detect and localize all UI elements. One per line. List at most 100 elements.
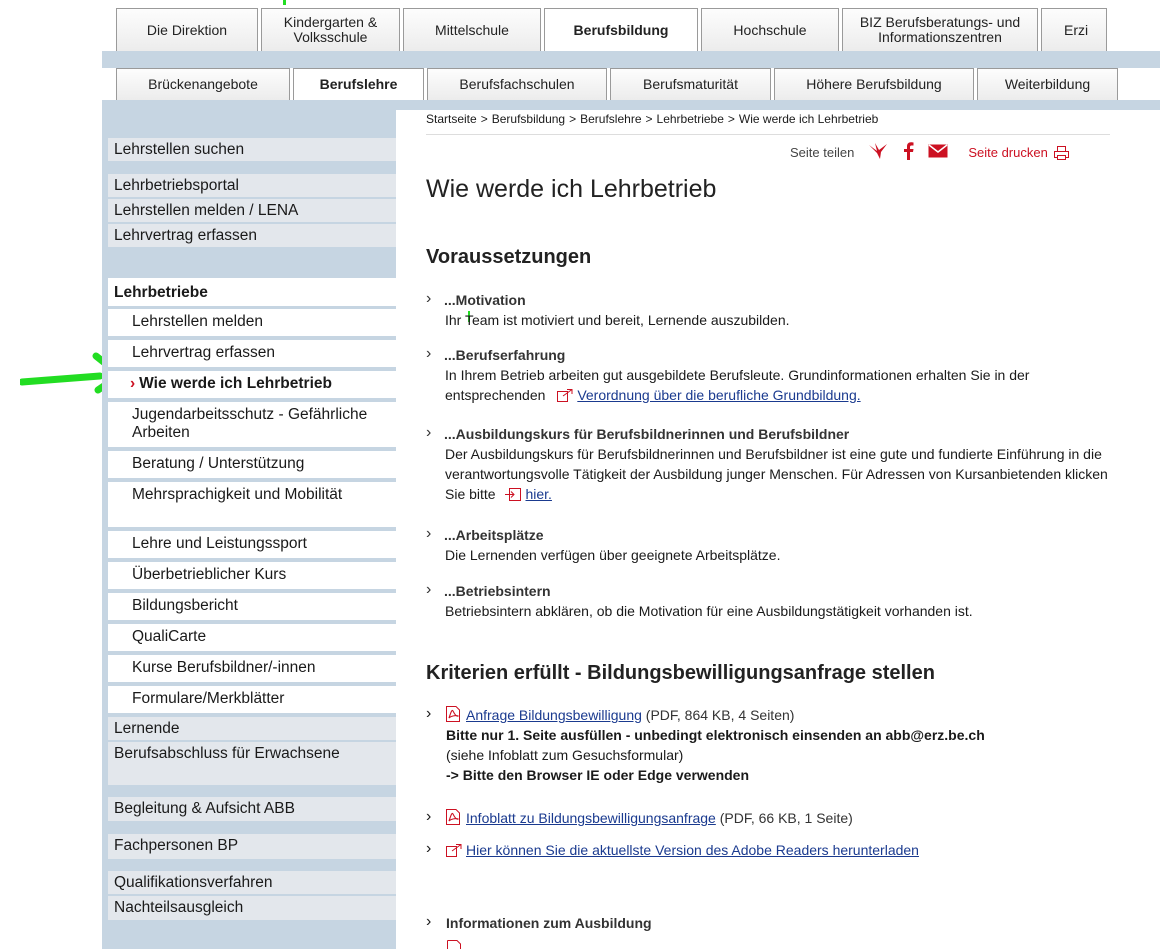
- link-hier[interactable]: hier.: [525, 486, 551, 502]
- tab-brueckenangebote[interactable]: Brückenangebote: [116, 68, 290, 100]
- internal-link-icon: [505, 488, 522, 501]
- breadcrumb-item[interactable]: Berufslehre: [580, 112, 641, 126]
- external-link-icon: [557, 389, 573, 402]
- sidebar-subitem[interactable]: Überbetrieblicher Kurs: [108, 562, 396, 589]
- external-link-icon: [446, 844, 462, 857]
- download-note: -> Bitte den Browser IE oder Edge verwen…: [426, 765, 1116, 785]
- sidebar-subitem[interactable]: Kurse Berufsbildner/-innen: [108, 655, 396, 682]
- requirement-item: ...Arbeitsplätze Die Lernenden verfügen …: [426, 524, 1116, 565]
- divider: [426, 134, 1110, 135]
- tab-berufsmaturitaet[interactable]: Berufsmaturität: [610, 68, 771, 100]
- requirement-item: ...Motivation Ihr Team ist motiviert und…: [426, 289, 1116, 330]
- link-infoblatt[interactable]: Infoblatt zu Bildungsbewilligungsanfrage: [466, 810, 716, 826]
- section-heading-kriterien: Kriterien erfüllt - Bildungsbewilligungs…: [426, 662, 935, 684]
- requirement-title: ...Berufserfahrung: [426, 344, 1116, 365]
- requirement-title: ...Ausbildungskurs für Berufsbildnerinne…: [426, 423, 1116, 444]
- tab-die-direktion[interactable]: Die Direktion: [116, 8, 258, 51]
- breadcrumb-separator: >: [480, 112, 488, 126]
- tab-biz[interactable]: BIZ Berufsberatungs- und Informationszen…: [842, 8, 1038, 51]
- download-row: Hier können Sie die aktuellste Version d…: [426, 839, 1116, 860]
- breadcrumb-separator: >: [645, 112, 653, 126]
- pdf-icon: [446, 809, 460, 825]
- sidebar-subitem-label: Wie werde ich Lehrbetrieb: [139, 375, 332, 392]
- sidebar-subitem[interactable]: Lehrstellen melden: [108, 309, 396, 336]
- link-adobe-reader[interactable]: Hier können Sie die aktuellste Version d…: [466, 842, 919, 858]
- download-note-bold: -> Bitte den Browser IE oder Edge verwen…: [446, 767, 750, 783]
- current-page-caret: ›: [130, 375, 136, 392]
- sidebar-subitem[interactable]: Bildungsbericht: [108, 593, 396, 620]
- sidebar-item-lehrvertrag-erfassen[interactable]: Lehrvertrag erfassen: [108, 224, 396, 247]
- breadcrumb-item[interactable]: Startseite: [426, 112, 477, 126]
- requirement-title: ...Arbeitsplätze: [426, 524, 1116, 545]
- link-anfrage-bildungsbewilligung[interactable]: Anfrage Bildungsbewilligung: [466, 707, 642, 723]
- printer-icon: [1053, 145, 1069, 160]
- requirement-item: ...Berufserfahrung In Ihrem Betrieb arbe…: [426, 344, 1116, 405]
- download-note: Bitte nur 1. Seite ausfüllen - unbedingt…: [426, 725, 1116, 745]
- breadcrumb: Startseite > Berufsbildung > Berufslehre > Leh…: [426, 112, 878, 126]
- tab-berufsfachschulen[interactable]: Berufsfachschulen: [427, 68, 607, 100]
- requirement-title: ...Motivation: [426, 289, 1116, 310]
- sidebar-item-lehrstellen-melden-lena[interactable]: Lehrstellen melden / LENA: [108, 199, 396, 222]
- sidebar-item-lernende[interactable]: Lernende: [108, 717, 396, 740]
- section-heading-voraussetzungen: Voraussetzungen: [426, 246, 592, 268]
- sidebar-item-qualifikationsverfahren[interactable]: Qualifikationsverfahren: [108, 871, 396, 894]
- sidebar-subitem[interactable]: Formulare/Merkblätter: [108, 686, 396, 713]
- breadcrumb-separator: >: [569, 112, 577, 126]
- sidebar-item-nachteilsausgleich[interactable]: Nachteilsausgleich: [108, 896, 396, 920]
- link-verordnung[interactable]: Verordnung über die berufliche Grundbild…: [577, 387, 860, 403]
- requirement-text: Die Lernenden verfügen über geeignete Ar…: [445, 547, 781, 563]
- requirement-title: ...Betriebsintern: [426, 580, 1116, 601]
- nav-band: [102, 100, 1160, 110]
- requirement-text-wrap: In Ihrem Betrieb arbeiten gut ausgebilde…: [426, 365, 1116, 405]
- download-note: (siehe Infoblatt zum Gesuchsformular): [446, 747, 684, 763]
- bird-icon[interactable]: [868, 142, 888, 163]
- print-button[interactable]: Seite drucken: [968, 145, 1069, 160]
- breadcrumb-separator: >: [727, 112, 735, 126]
- file-meta: (PDF, 864 KB, 4 Seiten): [645, 707, 795, 723]
- sidebar-subitem[interactable]: Beratung / Unterstützung: [108, 451, 396, 478]
- download-item: Infoblatt zu Bildungsbewilligungsanfrage…: [426, 807, 1116, 828]
- nav-band: [102, 51, 1160, 68]
- download-note-bold: Bitte nur 1. Seite ausfüllen - unbedingt…: [446, 727, 985, 743]
- download-row: Anfrage Bildungsbewilligung (PDF, 864 KB…: [426, 704, 1116, 725]
- download-item: Hier können Sie die aktuellste Version d…: [426, 839, 1116, 860]
- sidebar-subitem[interactable]: Mehrsprachigkeit und Mobilität: [108, 482, 396, 527]
- tab-berufslehre[interactable]: Berufslehre: [293, 68, 424, 100]
- requirement-text-wrap: Der Ausbildungskurs für Berufsbildnerinn…: [426, 444, 1116, 504]
- print-label: Seite drucken: [968, 145, 1048, 160]
- tab-erziehung[interactable]: Erzi: [1041, 8, 1107, 51]
- sidebar-item-begleitung-aufsicht[interactable]: Begleitung & Aufsicht ABB: [108, 797, 396, 821]
- download-row: Infoblatt zu Bildungsbewilligungsanfrage…: [426, 807, 1116, 828]
- sidebar-subitem[interactable]: Jugendarbeitsschutz - Gefährliche Arbeit…: [108, 402, 396, 447]
- facebook-icon[interactable]: [902, 142, 914, 163]
- breadcrumb-item[interactable]: Berufsbildung: [492, 112, 565, 126]
- tab-kindergarten-volksschule[interactable]: Kindergarten & Volksschule: [261, 8, 400, 51]
- sidebar-subitem-current[interactable]: › Wie werde ich Lehrbetrieb: [108, 371, 396, 398]
- sidebar-subitem[interactable]: Lehrvertrag erfassen: [108, 340, 396, 367]
- sidebar-item-lehrstellen-suchen[interactable]: Lehrstellen suchen: [108, 138, 396, 161]
- sidebar-item-berufsabschluss[interactable]: Berufsabschluss für Erwachsene: [108, 742, 396, 785]
- requirement-item: ...Ausbildungskurs für Berufsbildnerinne…: [426, 423, 1116, 504]
- tab-hoehere-berufsbildung[interactable]: Höhere Berufsbildung: [774, 68, 974, 100]
- sidebar-item-fachpersonen[interactable]: Fachpersonen BP: [108, 834, 396, 859]
- breadcrumb-current: Wie werde ich Lehrbetrieb: [738, 112, 879, 126]
- sidebar-item-lehrbetriebsportal[interactable]: Lehrbetriebsportal: [108, 174, 396, 197]
- tab-mittelschule[interactable]: Mittelschule: [403, 8, 541, 51]
- sidebar: Lehrstellen suchen Lehrbetriebsportal Le…: [102, 110, 396, 949]
- sidebar-section-lehrbetriebe[interactable]: Lehrbetriebe: [108, 278, 396, 306]
- main-nav: Die Direktion Kindergarten & Volksschule…: [116, 8, 1110, 51]
- info-row[interactable]: Informationen zum Ausbildung: [426, 912, 1116, 933]
- breadcrumb-item[interactable]: Lehrbetriebe: [657, 112, 724, 126]
- info-title: Informationen zum Ausbildung: [446, 915, 652, 931]
- mail-icon[interactable]: [928, 144, 948, 161]
- annotation-mark: [283, 0, 286, 5]
- sub-nav: Brückenangebote Berufslehre Berufsfachsc…: [116, 68, 1121, 100]
- info-item: Informationen zum Ausbildung: [426, 912, 1116, 933]
- sidebar-subitem[interactable]: QualiCarte: [108, 624, 396, 651]
- tab-weiterbildung[interactable]: Weiterbildung: [977, 68, 1118, 100]
- file-meta: (PDF, 66 KB, 1 Seite): [719, 810, 853, 826]
- share-label: Seite teilen: [790, 145, 855, 160]
- sidebar-subitem[interactable]: Lehre und Leistungssport: [108, 531, 396, 558]
- tab-hochschule[interactable]: Hochschule: [701, 8, 839, 51]
- tab-berufsbildung[interactable]: Berufsbildung: [544, 8, 698, 51]
